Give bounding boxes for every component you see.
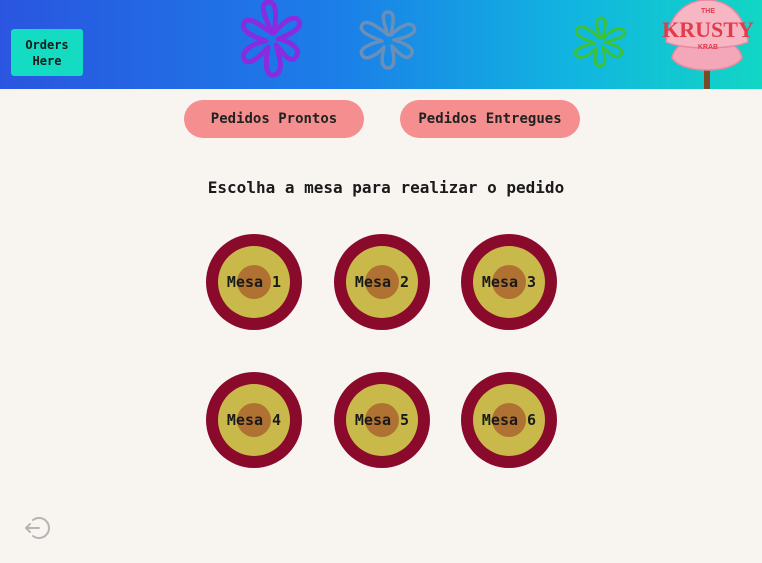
table-label: Mesa 2	[354, 273, 410, 291]
table-label: Mesa 4	[226, 411, 282, 429]
logo-small-text: KRAB	[697, 44, 719, 51]
header-bar: Orders Here THE KRUSTY KRAB	[0, 0, 762, 89]
delivered-orders-button[interactable]: Pedidos Entregues	[400, 100, 580, 138]
flower-icon	[359, 10, 417, 70]
table-1-button[interactable]: Mesa 1	[206, 234, 302, 330]
table-label: Mesa 1	[226, 273, 282, 291]
krusty-krab-logo: THE KRUSTY KRAB	[660, 0, 762, 89]
logout-icon[interactable]	[24, 515, 50, 541]
flower-icon	[240, 0, 303, 78]
table-6-button[interactable]: Mesa 6	[461, 372, 557, 468]
page-title: Escolha a mesa para realizar o pedido	[207, 178, 565, 197]
orders-here-button[interactable]: Orders Here	[11, 29, 83, 76]
table-label: Mesa 3	[481, 273, 537, 291]
table-4-button[interactable]: Mesa 4	[206, 372, 302, 468]
ready-orders-button[interactable]: Pedidos Prontos	[184, 100, 364, 138]
table-label: Mesa 6	[481, 411, 537, 429]
logo-name: KRUSTY	[662, 17, 754, 42]
table-label: Mesa 5	[354, 411, 410, 429]
flower-icon	[573, 16, 627, 68]
table-5-button[interactable]: Mesa 5	[334, 372, 430, 468]
table-2-button[interactable]: Mesa 2	[334, 234, 430, 330]
logo-small-text: THE	[701, 8, 715, 15]
table-3-button[interactable]: Mesa 3	[461, 234, 557, 330]
